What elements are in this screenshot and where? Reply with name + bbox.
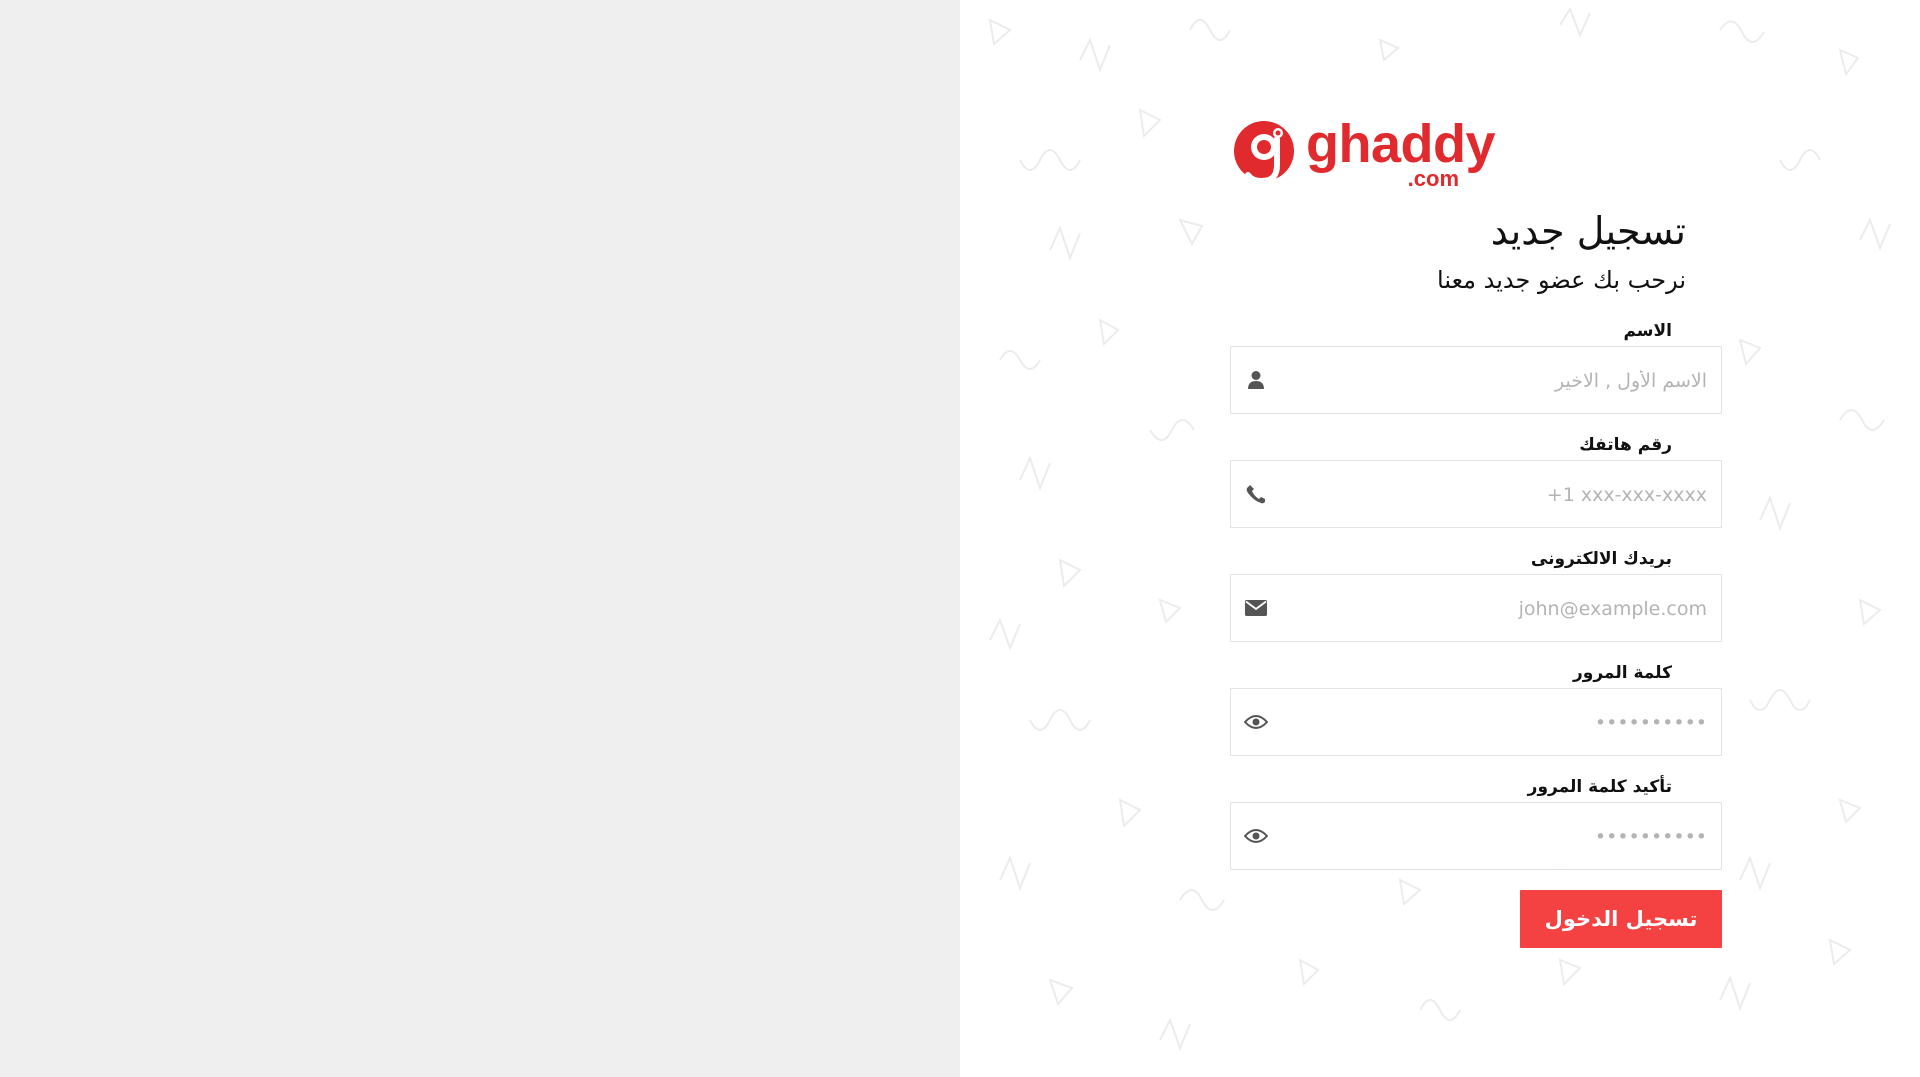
confirm-password-input[interactable] — [1291, 803, 1709, 871]
user-icon — [1243, 367, 1269, 393]
name-input[interactable] — [1291, 347, 1709, 415]
signup-form: ghaddy .com تسجيل جديد نرحب بك عضو جديد … — [1230, 110, 1722, 948]
phone-label: رقم هاتفك — [1579, 435, 1672, 455]
email-input-box — [1230, 574, 1722, 643]
confirm-password-field-group: تأكيد كلمة المرور — [1230, 776, 1722, 871]
logo-suffix: .com — [1407, 166, 1460, 191]
submit-row: تسجيل الدخول — [1230, 890, 1722, 948]
email-input[interactable] — [1291, 575, 1709, 643]
phone-icon — [1243, 481, 1269, 507]
logo-wordmark: ghaddy .com — [1306, 114, 1496, 191]
name-input-box — [1230, 346, 1722, 415]
email-label: بريدك الالكترونى — [1530, 549, 1672, 569]
logo-text: ghaddy — [1306, 114, 1496, 174]
eye-icon[interactable] — [1243, 709, 1269, 735]
password-field-group: كلمة المرور — [1230, 662, 1722, 757]
confirm-password-label: تأكيد كلمة المرور — [1527, 777, 1672, 797]
password-label: كلمة المرور — [1573, 663, 1672, 683]
logo-g-icon — [1234, 121, 1294, 185]
envelope-icon — [1243, 595, 1269, 621]
name-field-group: الاسم — [1230, 320, 1722, 415]
page-title: تسجيل جديد — [1490, 209, 1686, 253]
brand-logo[interactable]: ghaddy .com — [1230, 110, 1686, 198]
name-label: الاسم — [1623, 321, 1672, 341]
email-field-group: بريدك الالكترونى — [1230, 548, 1722, 643]
phone-input-box — [1230, 460, 1722, 529]
password-input-box — [1230, 688, 1722, 757]
submit-button[interactable]: تسجيل الدخول — [1520, 890, 1722, 948]
page-subtitle: نرحب بك عضو جديد معنا — [1437, 266, 1686, 294]
right-panel: ghaddy .com تسجيل جديد نرحب بك عضو جديد … — [960, 0, 1920, 1077]
password-input[interactable] — [1291, 689, 1709, 757]
left-panel — [0, 0, 960, 1077]
eye-icon[interactable] — [1243, 823, 1269, 849]
phone-input[interactable] — [1291, 461, 1709, 529]
phone-field-group: رقم هاتفك — [1230, 434, 1722, 529]
confirm-password-input-box — [1230, 802, 1722, 871]
